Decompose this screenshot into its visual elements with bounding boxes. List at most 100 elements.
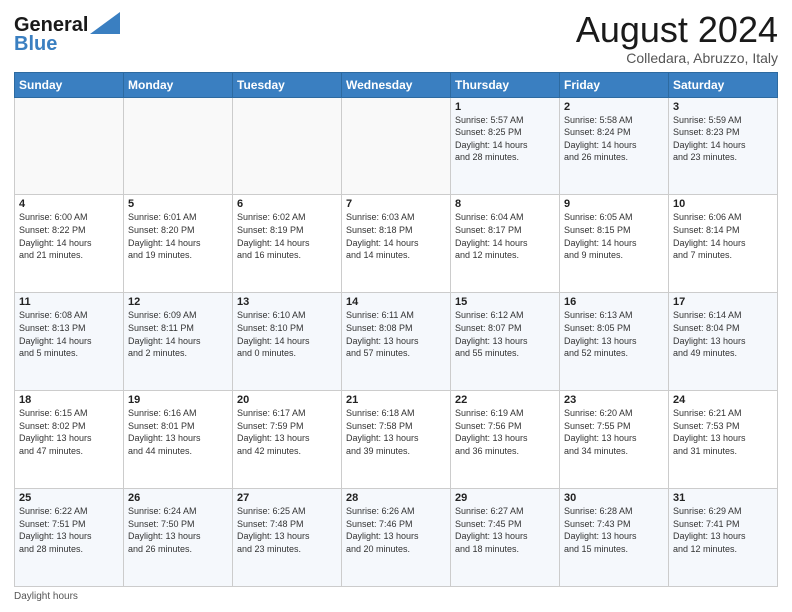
- day-info: Sunrise: 6:13 AM Sunset: 8:05 PM Dayligh…: [564, 309, 664, 359]
- day-number: 7: [346, 198, 446, 210]
- weekday-tuesday: Tuesday: [233, 72, 342, 97]
- day-info: Sunrise: 6:21 AM Sunset: 7:53 PM Dayligh…: [673, 407, 773, 457]
- day-number: 12: [128, 296, 228, 308]
- day-cell: 4Sunrise: 6:00 AM Sunset: 8:22 PM Daylig…: [15, 195, 124, 293]
- week-row-3: 11Sunrise: 6:08 AM Sunset: 8:13 PM Dayli…: [15, 293, 778, 391]
- day-cell: 19Sunrise: 6:16 AM Sunset: 8:01 PM Dayli…: [124, 391, 233, 489]
- day-number: 21: [346, 394, 446, 406]
- weekday-friday: Friday: [560, 72, 669, 97]
- day-info: Sunrise: 6:16 AM Sunset: 8:01 PM Dayligh…: [128, 407, 228, 457]
- day-number: 22: [455, 394, 555, 406]
- day-number: 30: [564, 492, 664, 504]
- calendar: SundayMondayTuesdayWednesdayThursdayFrid…: [14, 72, 778, 587]
- day-number: 18: [19, 394, 119, 406]
- day-cell: 20Sunrise: 6:17 AM Sunset: 7:59 PM Dayli…: [233, 391, 342, 489]
- weekday-sunday: Sunday: [15, 72, 124, 97]
- day-number: 23: [564, 394, 664, 406]
- day-cell: 26Sunrise: 6:24 AM Sunset: 7:50 PM Dayli…: [124, 489, 233, 587]
- day-cell: 12Sunrise: 6:09 AM Sunset: 8:11 PM Dayli…: [124, 293, 233, 391]
- footer-text: Daylight hours: [14, 591, 78, 602]
- day-cell: 18Sunrise: 6:15 AM Sunset: 8:02 PM Dayli…: [15, 391, 124, 489]
- day-cell: 29Sunrise: 6:27 AM Sunset: 7:45 PM Dayli…: [451, 489, 560, 587]
- day-number: 26: [128, 492, 228, 504]
- day-cell: 17Sunrise: 6:14 AM Sunset: 8:04 PM Dayli…: [669, 293, 778, 391]
- week-row-2: 4Sunrise: 6:00 AM Sunset: 8:22 PM Daylig…: [15, 195, 778, 293]
- day-number: 17: [673, 296, 773, 308]
- day-info: Sunrise: 6:00 AM Sunset: 8:22 PM Dayligh…: [19, 211, 119, 261]
- day-number: 3: [673, 101, 773, 113]
- week-row-5: 25Sunrise: 6:22 AM Sunset: 7:51 PM Dayli…: [15, 489, 778, 587]
- day-number: 11: [19, 296, 119, 308]
- footer: Daylight hours: [14, 591, 778, 602]
- week-row-1: 1Sunrise: 5:57 AM Sunset: 8:25 PM Daylig…: [15, 97, 778, 195]
- day-cell: [233, 97, 342, 195]
- day-number: 27: [237, 492, 337, 504]
- day-cell: 25Sunrise: 6:22 AM Sunset: 7:51 PM Dayli…: [15, 489, 124, 587]
- day-cell: 14Sunrise: 6:11 AM Sunset: 8:08 PM Dayli…: [342, 293, 451, 391]
- main-title: August 2024: [576, 10, 778, 50]
- day-info: Sunrise: 6:05 AM Sunset: 8:15 PM Dayligh…: [564, 211, 664, 261]
- day-info: Sunrise: 6:10 AM Sunset: 8:10 PM Dayligh…: [237, 309, 337, 359]
- weekday-saturday: Saturday: [669, 72, 778, 97]
- day-info: Sunrise: 6:20 AM Sunset: 7:55 PM Dayligh…: [564, 407, 664, 457]
- day-number: 31: [673, 492, 773, 504]
- day-cell: 6Sunrise: 6:02 AM Sunset: 8:19 PM Daylig…: [233, 195, 342, 293]
- day-number: 14: [346, 296, 446, 308]
- logo-icon: [90, 12, 120, 34]
- day-info: Sunrise: 6:11 AM Sunset: 8:08 PM Dayligh…: [346, 309, 446, 359]
- day-info: Sunrise: 6:28 AM Sunset: 7:43 PM Dayligh…: [564, 505, 664, 555]
- day-number: 28: [346, 492, 446, 504]
- day-cell: 24Sunrise: 6:21 AM Sunset: 7:53 PM Dayli…: [669, 391, 778, 489]
- day-cell: [124, 97, 233, 195]
- day-info: Sunrise: 6:29 AM Sunset: 7:41 PM Dayligh…: [673, 505, 773, 555]
- day-cell: 10Sunrise: 6:06 AM Sunset: 8:14 PM Dayli…: [669, 195, 778, 293]
- day-number: 6: [237, 198, 337, 210]
- day-info: Sunrise: 5:59 AM Sunset: 8:23 PM Dayligh…: [673, 114, 773, 164]
- subtitle: Colledara, Abruzzo, Italy: [576, 50, 778, 66]
- day-cell: 3Sunrise: 5:59 AM Sunset: 8:23 PM Daylig…: [669, 97, 778, 195]
- day-info: Sunrise: 6:24 AM Sunset: 7:50 PM Dayligh…: [128, 505, 228, 555]
- day-info: Sunrise: 6:03 AM Sunset: 8:18 PM Dayligh…: [346, 211, 446, 261]
- day-info: Sunrise: 6:27 AM Sunset: 7:45 PM Dayligh…: [455, 505, 555, 555]
- day-cell: 27Sunrise: 6:25 AM Sunset: 7:48 PM Dayli…: [233, 489, 342, 587]
- day-info: Sunrise: 6:12 AM Sunset: 8:07 PM Dayligh…: [455, 309, 555, 359]
- day-number: 25: [19, 492, 119, 504]
- day-info: Sunrise: 6:19 AM Sunset: 7:56 PM Dayligh…: [455, 407, 555, 457]
- day-number: 15: [455, 296, 555, 308]
- day-number: 13: [237, 296, 337, 308]
- day-cell: 31Sunrise: 6:29 AM Sunset: 7:41 PM Dayli…: [669, 489, 778, 587]
- day-number: 4: [19, 198, 119, 210]
- weekday-monday: Monday: [124, 72, 233, 97]
- day-cell: 9Sunrise: 6:05 AM Sunset: 8:15 PM Daylig…: [560, 195, 669, 293]
- day-cell: 22Sunrise: 6:19 AM Sunset: 7:56 PM Dayli…: [451, 391, 560, 489]
- weekday-wednesday: Wednesday: [342, 72, 451, 97]
- day-number: 2: [564, 101, 664, 113]
- day-info: Sunrise: 6:04 AM Sunset: 8:17 PM Dayligh…: [455, 211, 555, 261]
- day-info: Sunrise: 6:06 AM Sunset: 8:14 PM Dayligh…: [673, 211, 773, 261]
- day-cell: 7Sunrise: 6:03 AM Sunset: 8:18 PM Daylig…: [342, 195, 451, 293]
- day-number: 24: [673, 394, 773, 406]
- day-info: Sunrise: 6:14 AM Sunset: 8:04 PM Dayligh…: [673, 309, 773, 359]
- weekday-thursday: Thursday: [451, 72, 560, 97]
- day-cell: 23Sunrise: 6:20 AM Sunset: 7:55 PM Dayli…: [560, 391, 669, 489]
- day-cell: 5Sunrise: 6:01 AM Sunset: 8:20 PM Daylig…: [124, 195, 233, 293]
- day-cell: 8Sunrise: 6:04 AM Sunset: 8:17 PM Daylig…: [451, 195, 560, 293]
- day-number: 10: [673, 198, 773, 210]
- day-info: Sunrise: 6:01 AM Sunset: 8:20 PM Dayligh…: [128, 211, 228, 261]
- day-info: Sunrise: 6:02 AM Sunset: 8:19 PM Dayligh…: [237, 211, 337, 261]
- day-number: 9: [564, 198, 664, 210]
- day-info: Sunrise: 5:58 AM Sunset: 8:24 PM Dayligh…: [564, 114, 664, 164]
- day-info: Sunrise: 6:26 AM Sunset: 7:46 PM Dayligh…: [346, 505, 446, 555]
- day-number: 8: [455, 198, 555, 210]
- weekday-header-row: SundayMondayTuesdayWednesdayThursdayFrid…: [15, 72, 778, 97]
- header: General Blue August 2024 Colledara, Abru…: [14, 10, 778, 66]
- day-cell: 11Sunrise: 6:08 AM Sunset: 8:13 PM Dayli…: [15, 293, 124, 391]
- day-cell: 2Sunrise: 5:58 AM Sunset: 8:24 PM Daylig…: [560, 97, 669, 195]
- logo: General Blue: [14, 14, 120, 56]
- day-number: 5: [128, 198, 228, 210]
- day-info: Sunrise: 6:17 AM Sunset: 7:59 PM Dayligh…: [237, 407, 337, 457]
- day-cell: 13Sunrise: 6:10 AM Sunset: 8:10 PM Dayli…: [233, 293, 342, 391]
- day-cell: 16Sunrise: 6:13 AM Sunset: 8:05 PM Dayli…: [560, 293, 669, 391]
- day-info: Sunrise: 6:09 AM Sunset: 8:11 PM Dayligh…: [128, 309, 228, 359]
- day-number: 20: [237, 394, 337, 406]
